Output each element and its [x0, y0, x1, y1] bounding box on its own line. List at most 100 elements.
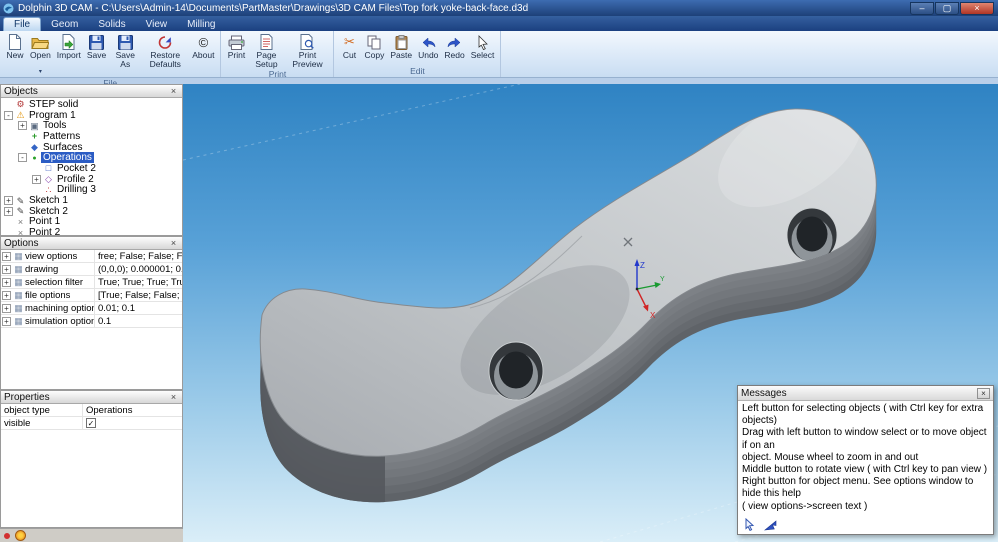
sketch-icon — [15, 196, 26, 206]
copy-button[interactable]: Copy — [361, 32, 387, 66]
tab-file[interactable]: File — [3, 17, 42, 31]
application-window: Dolphin 3D CAM - C:\Users\Admin-14\Docum… — [0, 0, 998, 542]
option-grid-icon — [13, 277, 24, 287]
save-button[interactable]: Save — [84, 32, 109, 78]
options-panel-title: Options — [4, 237, 39, 249]
expand-expander-icon[interactable] — [32, 174, 41, 184]
about-button[interactable]: About — [189, 32, 217, 78]
options-panel-header: Options × — [1, 237, 182, 250]
open-dropdown-arrow[interactable] — [39, 60, 42, 78]
option-grid-icon — [13, 264, 24, 274]
tree-item-pocket-2[interactable]: Pocket 2 — [1, 163, 182, 174]
tab-geom[interactable]: Geom — [41, 18, 88, 31]
messages-title-bar[interactable]: Messages × — [738, 386, 993, 401]
messages-window: Messages × Left button for selecting obj… — [737, 385, 994, 535]
minimize-button[interactable]: – — [910, 1, 934, 15]
maximize-button[interactable]: ▢ — [935, 1, 959, 15]
properties-panel-close-icon[interactable]: × — [168, 392, 179, 402]
redo-arrow-icon — [447, 33, 463, 51]
expand-expander-icon[interactable] — [18, 121, 27, 131]
print-preview-button[interactable]: Print Preview — [284, 32, 330, 69]
tree-item-tools[interactable]: Tools — [1, 120, 182, 131]
restore-defaults-button[interactable]: Restore Defaults — [141, 32, 189, 78]
point-icon — [15, 217, 26, 227]
expand-expander-icon[interactable] — [2, 290, 11, 300]
warning-icon — [15, 110, 26, 120]
messages-title: Messages — [741, 387, 787, 399]
ribbon-group-print: Print Page Setup Print Preview Print — [221, 31, 335, 79]
option-row-view-options[interactable]: view options free; False; False; False; … — [1, 250, 182, 263]
collapse-expander-icon[interactable] — [4, 110, 13, 120]
tab-view[interactable]: View — [136, 18, 178, 31]
page-setup-icon — [260, 33, 273, 51]
select-cursor-icon[interactable] — [744, 518, 757, 531]
message-line: object. Mouse wheel to zoom in and out — [742, 451, 919, 463]
visible-checkbox[interactable] — [86, 417, 96, 428]
print-button[interactable]: Print — [224, 32, 248, 69]
new-button[interactable]: New — [3, 32, 27, 78]
expand-expander-icon[interactable] — [2, 316, 11, 326]
redo-button[interactable]: Redo — [441, 32, 467, 66]
undo-button[interactable]: Undo — [415, 32, 441, 66]
tree-item-profile-2[interactable]: Profile 2 — [1, 174, 182, 185]
properties-panel-title: Properties — [4, 391, 50, 403]
select-cursor-icon — [477, 33, 489, 51]
message-line: Right button for object menu. See option… — [742, 476, 974, 500]
tree-item-sketch-2[interactable]: Sketch 2 — [1, 206, 182, 217]
import-button[interactable]: Import — [54, 32, 84, 78]
save-as-button[interactable]: Save As — [109, 32, 141, 78]
tree-item-step-solid[interactable]: STEP solid — [1, 99, 182, 110]
point-icon — [15, 228, 26, 236]
title-bar: Dolphin 3D CAM - C:\Users\Admin-14\Docum… — [0, 0, 998, 16]
tree-item-program-1[interactable]: Program 1 — [1, 110, 182, 121]
options-panel-close-icon[interactable]: × — [168, 238, 179, 248]
expand-expander-icon[interactable] — [4, 196, 13, 206]
undo-arrow-icon — [420, 33, 436, 51]
expand-expander-icon[interactable] — [2, 251, 11, 261]
ribbon-toolbar: New Open Import — [0, 31, 998, 88]
cut-button[interactable]: Cut — [337, 32, 361, 66]
app-icon — [3, 3, 14, 14]
messages-body: Left button for selecting objects ( with… — [738, 401, 993, 515]
select-button[interactable]: Select — [468, 32, 498, 66]
dolphin-logo-icon[interactable] — [15, 530, 26, 541]
operations-icon — [29, 152, 40, 164]
tree-item-patterns[interactable]: Patterns — [1, 131, 182, 142]
sketch-icon — [15, 206, 26, 216]
objects-panel-close-icon[interactable]: × — [168, 86, 179, 96]
pan-flag-icon[interactable] — [764, 519, 778, 531]
messages-close-icon[interactable]: × — [977, 387, 990, 399]
option-row-file-options[interactable]: file options [True; False; False; _DOT_, — [1, 289, 182, 302]
page-setup-button[interactable]: Page Setup — [248, 32, 284, 69]
option-grid-icon — [13, 316, 24, 326]
tree-item-point-2[interactable]: Point 2 — [1, 227, 182, 236]
tree-item-drilling-3[interactable]: Drilling 3 — [1, 184, 182, 195]
viewport-3d[interactable]: Z Y X Messages × Left button for selecti… — [183, 84, 998, 542]
expand-expander-icon[interactable] — [2, 277, 11, 287]
option-row-simulation-options[interactable]: simulation options 0.1 — [1, 315, 182, 328]
tree-item-point-1[interactable]: Point 1 — [1, 216, 182, 227]
tab-solids[interactable]: Solids — [88, 18, 135, 31]
collapse-expander-icon[interactable] — [18, 153, 27, 163]
tree-item-sketch-1[interactable]: Sketch 1 — [1, 195, 182, 206]
options-panel: Options × view options free; False; Fals… — [0, 236, 183, 390]
option-row-drawing[interactable]: drawing (0,0,0); 0.000001; 0.01; 0.1; — [1, 263, 182, 276]
open-button[interactable]: Open — [27, 32, 54, 78]
close-button[interactable]: × — [960, 1, 994, 15]
expand-expander-icon[interactable] — [2, 303, 11, 313]
option-row-machining-options[interactable]: machining options 0.01; 0.1 — [1, 302, 182, 315]
expand-expander-icon[interactable] — [2, 264, 11, 274]
option-row-selection-filter[interactable]: selection filter True; True; True; True;… — [1, 276, 182, 289]
properties-panel: Properties × object type Operations visi… — [0, 390, 183, 528]
expand-expander-icon[interactable] — [4, 206, 13, 216]
paste-button[interactable]: Paste — [387, 32, 415, 66]
sidebar: Objects × STEP solid Program 1 Tools — [0, 84, 183, 542]
solid-icon — [15, 99, 26, 109]
tree-item-operations[interactable]: Operations — [1, 152, 182, 164]
objects-panel-title: Objects — [4, 85, 38, 97]
menu-bar: File Geom Solids View Milling — [0, 16, 998, 31]
x-axis-label: X — [650, 311, 656, 320]
help-lifebuoy-icon[interactable] — [4, 532, 10, 539]
tab-milling[interactable]: Milling — [177, 18, 225, 31]
objects-panel: Objects × STEP solid Program 1 Tools — [0, 84, 183, 236]
